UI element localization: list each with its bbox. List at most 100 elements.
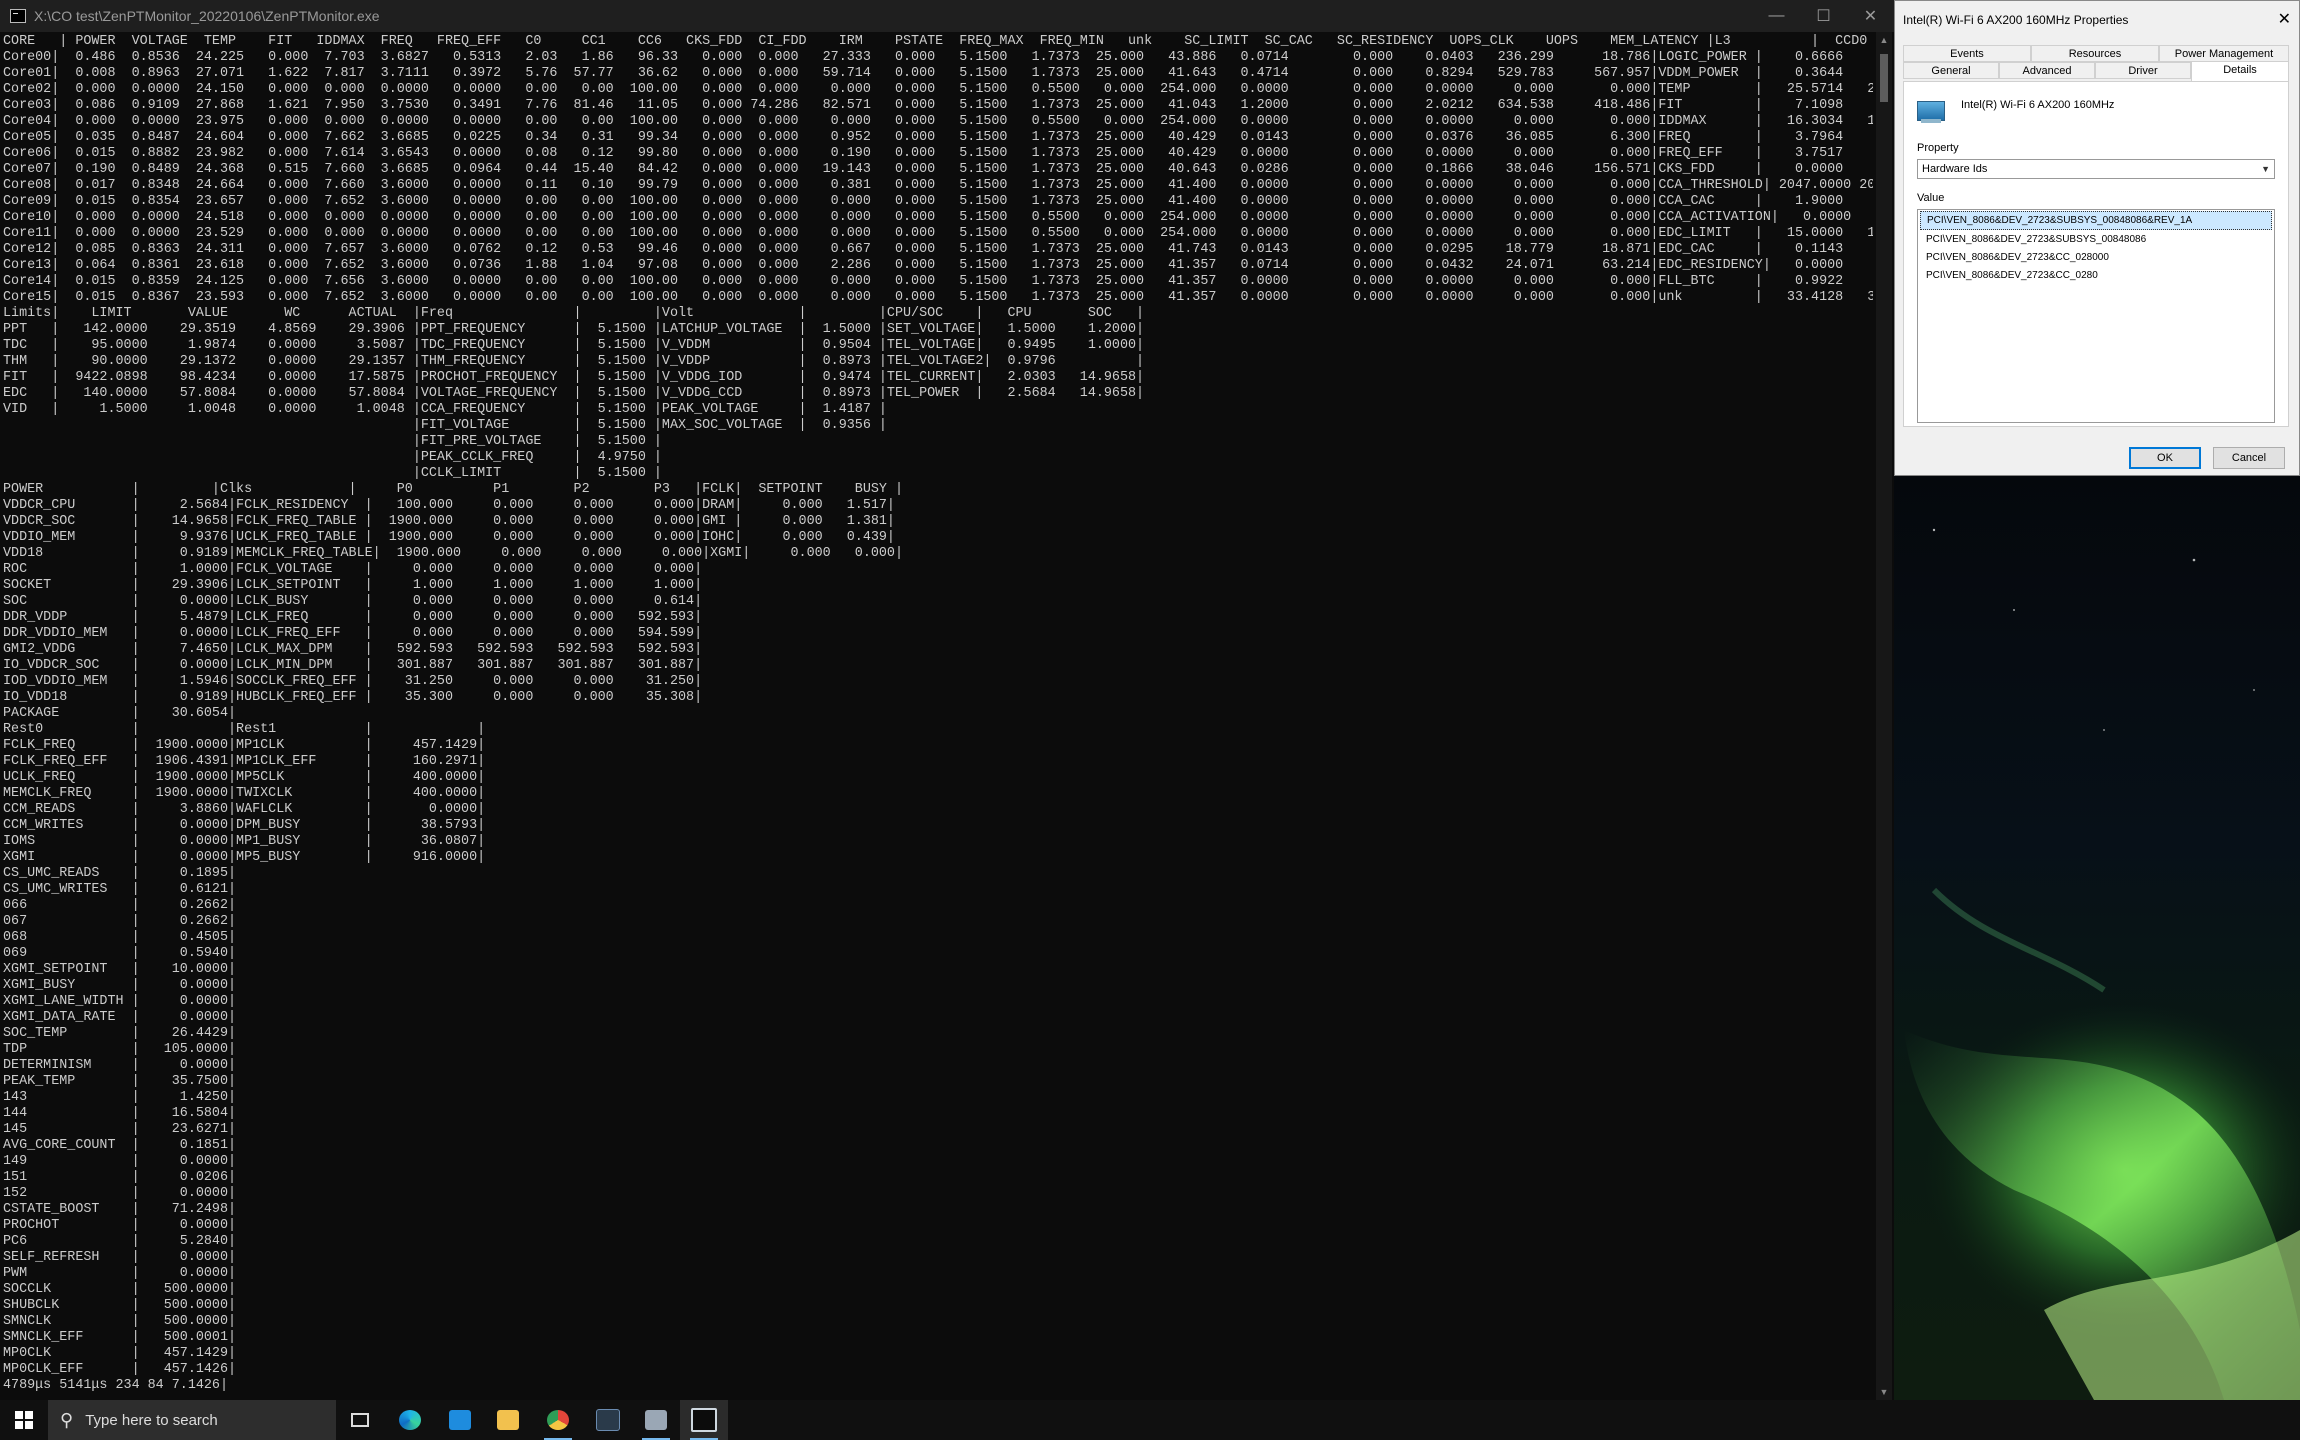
console-line: DDR_VDDIO_MEM | 0.0000|LCLK_FREQ_EFF | 0… xyxy=(3,626,703,641)
console-line: Core06| 0.015 0.8882 23.982 0.000 7.614 … xyxy=(3,146,1873,161)
taskbar-chrome[interactable] xyxy=(534,1400,582,1440)
console-line: IOMS | 0.0000|MP1_BUSY | 36.0807| xyxy=(3,834,486,849)
console-title: X:\CO test\ZenPTMonitor_20220106\ZenPTMo… xyxy=(34,8,380,24)
taskbar-app-generic[interactable] xyxy=(632,1400,680,1440)
console-line: XGMI | 0.0000|MP5_BUSY | 916.0000| xyxy=(3,850,486,865)
start-button[interactable] xyxy=(0,1400,48,1440)
taskbar-file-explorer[interactable] xyxy=(484,1400,532,1440)
console-line: DETERMINISM | 0.0000| xyxy=(3,1058,237,1073)
task-view-button[interactable] xyxy=(336,1400,384,1440)
device-name: Intel(R) Wi-Fi 6 AX200 160MHz xyxy=(1961,99,2115,111)
tab-driver[interactable]: Driver xyxy=(2095,62,2191,79)
console-line: FCLK_FREQ_EFF | 1906.4391|MP1CLK_EFF | 1… xyxy=(3,754,486,769)
console-icon xyxy=(691,1408,717,1432)
console-line: SOCKET | 29.3906|LCLK_SETPOINT | 1.000 1… xyxy=(3,578,703,593)
property-label: Property xyxy=(1917,142,1959,154)
console-line: 144 | 16.5804| xyxy=(3,1106,237,1121)
scroll-thumb[interactable] xyxy=(1880,54,1888,102)
value-label: Value xyxy=(1917,192,1945,204)
console-line: 152 | 0.0000| xyxy=(3,1186,237,1201)
property-select[interactable]: Hardware Ids ▼ xyxy=(1917,159,2275,179)
console-line: SOC_TEMP | 26.4429| xyxy=(3,1026,237,1041)
scroll-up-arrow-icon[interactable]: ▲ xyxy=(1876,32,1892,48)
console-line: Core07| 0.190 0.8489 24.368 0.515 7.660 … xyxy=(3,162,1873,177)
ok-button[interactable]: OK xyxy=(2129,447,2201,469)
list-item[interactable]: PCI\VEN_8086&DEV_2723&SUBSYS_00848086&RE… xyxy=(1920,211,2272,230)
console-line: GMI2_VDDG | 7.4650|LCLK_MAX_DPM | 592.59… xyxy=(3,642,703,657)
properties-dialog[interactable]: Intel(R) Wi-Fi 6 AX200 160MHz Properties… xyxy=(1894,0,2300,476)
console-line: PACKAGE | 30.6054| xyxy=(3,706,237,721)
console-line: Core04| 0.000 0.0000 23.975 0.000 0.000 … xyxy=(3,114,1873,129)
console-output[interactable]: CORE | POWER VOLTAGE TEMP FIT IDDMAX FRE… xyxy=(3,34,1873,1400)
console-line: MEMCLK_FREQ | 1900.0000|TWIXCLK | 400.00… xyxy=(3,786,486,801)
console-line: VDDCR_SOC | 14.9658|FCLK_FREQ_TABLE | 19… xyxy=(3,514,895,529)
console-line: PEAK_TEMP | 35.7500| xyxy=(3,1074,237,1089)
tab-power-management[interactable]: Power Management xyxy=(2159,45,2289,62)
taskbar-edge[interactable] xyxy=(386,1400,434,1440)
console-line: TDP | 105.0000| xyxy=(3,1042,237,1057)
chevron-down-icon[interactable]: ▼ xyxy=(2261,160,2270,178)
console-line: SMNCLK_EFF | 500.0001| xyxy=(3,1330,237,1345)
edge-icon xyxy=(399,1410,421,1430)
list-item[interactable]: PCI\VEN_8086&DEV_2723&CC_0280 xyxy=(1920,267,2272,284)
taskbar-console[interactable] xyxy=(680,1400,728,1440)
console-line: 069 | 0.5940| xyxy=(3,946,237,961)
tab-advanced[interactable]: Advanced xyxy=(1999,62,2095,79)
console-line: 145 | 23.6271| xyxy=(3,1122,237,1137)
network-adapter-icon xyxy=(1917,101,1945,123)
console-line: XGMI_SETPOINT | 10.0000| xyxy=(3,962,237,977)
console-window[interactable]: X:\CO test\ZenPTMonitor_20220106\ZenPTMo… xyxy=(0,0,1895,1400)
list-item[interactable]: PCI\VEN_8086&DEV_2723&CC_028000 xyxy=(1920,249,2272,266)
minimize-button[interactable]: — xyxy=(1753,0,1800,32)
console-line: CS_UMC_WRITES | 0.6121| xyxy=(3,882,237,897)
console-titlebar[interactable]: X:\CO test\ZenPTMonitor_20220106\ZenPTMo… xyxy=(0,0,1894,32)
console-line: IOD_VDDIO_MEM | 1.5946|SOCCLK_FREQ_EFF |… xyxy=(3,674,703,689)
console-line: UCLK_FREQ | 1900.0000|MP5CLK | 400.0000| xyxy=(3,770,486,785)
console-line: CCM_WRITES | 0.0000|DPM_BUSY | 38.5793| xyxy=(3,818,486,833)
list-item[interactable]: PCI\VEN_8086&DEV_2723&SUBSYS_00848086 xyxy=(1920,231,2272,248)
console-line: Core01| 0.008 0.8963 27.071 1.622 7.817 … xyxy=(3,66,1873,81)
app-generic-icon xyxy=(645,1410,667,1430)
dialog-close-icon[interactable]: ✕ xyxy=(2278,9,2291,29)
console-line: Core11| 0.000 0.0000 23.529 0.000 0.000 … xyxy=(3,226,1873,241)
console-line: IO_VDD18 | 0.9189|HUBCLK_FREQ_EFF | 35.3… xyxy=(3,690,703,705)
tab-resources[interactable]: Resources xyxy=(2031,45,2159,62)
console-scrollbar[interactable]: ▲ ▼ xyxy=(1876,32,1892,1400)
console-line: POWER | |Clks | P0 P1 P2 P3 |FCLK| SETPO… xyxy=(3,482,903,497)
console-line: 151 | 0.0206| xyxy=(3,1170,237,1185)
console-line: XGMI_DATA_RATE | 0.0000| xyxy=(3,1010,237,1025)
taskbar-mail[interactable] xyxy=(436,1400,484,1440)
console-line: XGMI_LANE_WIDTH | 0.0000| xyxy=(3,994,237,1009)
console-line: VID | 1.5000 1.0048 0.0000 1.0048 |CCA_F… xyxy=(3,402,887,417)
console-line: Core10| 0.000 0.0000 24.518 0.000 0.000 … xyxy=(3,210,1873,225)
task-view-icon xyxy=(351,1413,369,1427)
tab-general[interactable]: General xyxy=(1903,62,1999,79)
cancel-button[interactable]: Cancel xyxy=(2213,447,2285,469)
console-line: EDC | 140.0000 57.8084 0.0000 57.8084 |V… xyxy=(3,386,1145,401)
tab-events[interactable]: Events xyxy=(1903,45,2031,62)
console-line: VDDIO_MEM | 9.9376|UCLK_FREQ_TABLE | 190… xyxy=(3,530,895,545)
console-line: Core03| 0.086 0.9109 27.868 1.621 7.950 … xyxy=(3,98,1873,113)
taskbar-search-box[interactable]: ⚲ Type here to search xyxy=(48,1400,336,1440)
console-line: 4789μs 5141μs 234 84 7.1426| xyxy=(3,1378,228,1393)
console-line: 068 | 0.4505| xyxy=(3,930,237,945)
close-button[interactable]: ✕ xyxy=(1847,0,1894,32)
console-line: 067 | 0.2662| xyxy=(3,914,237,929)
console-line: Core02| 0.000 0.0000 24.150 0.000 0.000 … xyxy=(3,82,1873,97)
console-line: Core09| 0.015 0.8354 23.657 0.000 7.652 … xyxy=(3,194,1873,209)
tab-details[interactable]: Details xyxy=(2191,61,2289,81)
console-line: |FIT_PRE_VOLTAGE | 5.1500 | xyxy=(3,434,662,449)
console-line: 143 | 1.4250| xyxy=(3,1090,237,1105)
console-line: DDR_VDDP | 5.4879|LCLK_FREQ | 0.000 0.00… xyxy=(3,610,703,625)
console-line: AVG_CORE_COUNT | 0.1851| xyxy=(3,1138,237,1153)
scroll-down-arrow-icon[interactable]: ▼ xyxy=(1876,1384,1892,1400)
console-line: VDDCR_CPU | 2.5684|FCLK_RESIDENCY | 100.… xyxy=(3,498,895,513)
taskbar-davinci[interactable] xyxy=(584,1400,632,1440)
console-line: Core15| 0.015 0.8367 23.593 0.000 7.652 … xyxy=(3,290,1873,305)
console-line: Limits| LIMIT VALUE WC ACTUAL |Freq | |V… xyxy=(3,306,1145,321)
maximize-button[interactable]: ☐ xyxy=(1800,0,1847,32)
value-listbox[interactable]: PCI\VEN_8086&DEV_2723&SUBSYS_00848086&RE… xyxy=(1917,209,2275,423)
console-line: TDC | 95.0000 1.9874 0.0000 3.5087 |TDC_… xyxy=(3,338,1145,353)
folder-icon xyxy=(497,1410,519,1430)
console-line: Core13| 0.064 0.8361 23.618 0.000 7.652 … xyxy=(3,258,1873,273)
